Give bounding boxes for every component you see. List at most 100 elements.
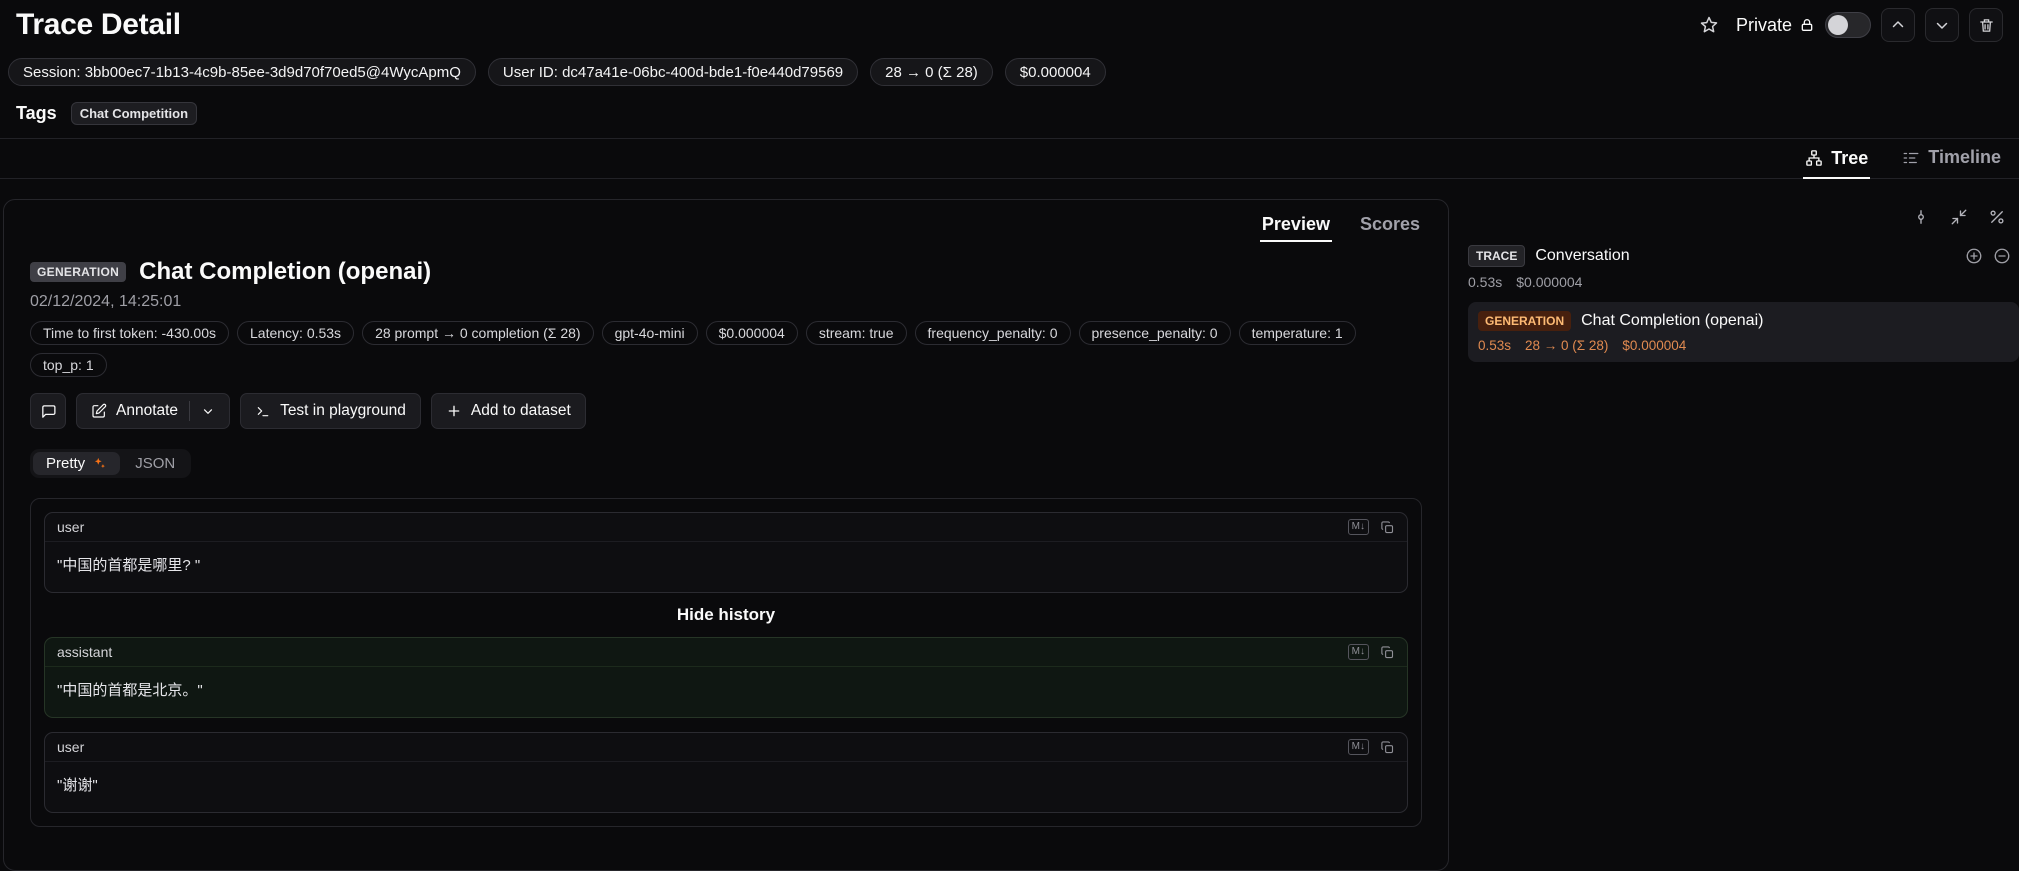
annotate-label: Annotate: [116, 402, 178, 420]
observation-metric-pills: Time to first token: -430.00s Latency: 0…: [30, 321, 1422, 377]
tree-icon: [1805, 149, 1823, 167]
tab-timeline-label: Timeline: [1928, 147, 2001, 168]
format-pretty-button[interactable]: Pretty: [33, 452, 120, 475]
observation-actions: Annotate Test in playground Add to datas…: [30, 393, 1422, 429]
top-bar-actions: Private: [1692, 8, 2003, 42]
comments-button[interactable]: [30, 393, 66, 429]
tag-chip[interactable]: Chat Competition: [71, 102, 197, 125]
hide-history-toggle[interactable]: Hide history: [44, 605, 1408, 625]
observation-detail-card: Preview Scores GENERATION Chat Completio…: [3, 199, 1449, 871]
commit-marker-toggle-button[interactable]: [1905, 201, 1937, 233]
terminal-icon: [255, 403, 271, 419]
trace-meta-badges: Session: 3bb00ec7-1b13-4c9b-85ee-3d9d70f…: [0, 46, 2019, 92]
generation-metrics: 0.53s 28 → 0 (Σ 28) $0.000004: [1478, 338, 2009, 353]
detail-tabs: Preview Scores: [30, 210, 1422, 242]
metric-pill: stream: true: [806, 321, 907, 345]
previous-trace-button[interactable]: [1881, 8, 1915, 42]
plus-icon: [446, 403, 462, 419]
format-toggle: Pretty JSON: [30, 449, 191, 478]
lock-icon: [1799, 17, 1815, 33]
tab-timeline[interactable]: Timeline: [1900, 139, 2003, 178]
session-badge[interactable]: Session: 3bb00ec7-1b13-4c9b-85ee-3d9d70f…: [8, 58, 476, 86]
visibility-toggle[interactable]: [1825, 12, 1871, 38]
toggle-knob: [1828, 15, 1848, 35]
annotate-dropdown-chevron-icon[interactable]: [201, 404, 215, 418]
tab-tree[interactable]: Tree: [1803, 139, 1870, 179]
page-title: Trace Detail: [16, 8, 181, 42]
test-in-playground-button[interactable]: Test in playground: [240, 393, 421, 429]
message-header: user M↓: [45, 733, 1407, 762]
generation-node-header: GENERATION Chat Completion (openai): [1478, 311, 2009, 331]
collapse-all-button[interactable]: [1943, 201, 1975, 233]
tags-label: Tags: [16, 103, 57, 124]
git-commit-icon: [1912, 208, 1930, 226]
comment-icon: [40, 403, 57, 420]
main-content: Preview Scores GENERATION Chat Completio…: [0, 179, 2019, 871]
view-mode-tabs: Tree Timeline: [0, 139, 2019, 179]
metric-pill: frequency_penalty: 0: [915, 321, 1071, 345]
tab-scores[interactable]: Scores: [1358, 210, 1422, 242]
private-label: Private: [1736, 15, 1792, 36]
trace-node[interactable]: TRACE Conversation: [1468, 245, 2019, 267]
button-divider: [189, 401, 190, 421]
format-json-button[interactable]: JSON: [122, 452, 188, 475]
copy-icon[interactable]: [1380, 520, 1395, 535]
pretty-label: Pretty: [46, 455, 85, 472]
trace-type-badge: TRACE: [1468, 245, 1525, 267]
copy-icon[interactable]: [1380, 645, 1395, 660]
percent-icon: [1988, 208, 2006, 226]
metric-pill: Latency: 0.53s: [237, 321, 354, 345]
generation-name: Chat Completion (openai): [1581, 312, 1763, 330]
expand-all-button[interactable]: [1965, 247, 1983, 265]
playground-label: Test in playground: [280, 402, 406, 420]
message-user-1: user M↓ "中国的首都是哪里? ": [44, 512, 1408, 593]
sparkles-icon: [92, 456, 107, 471]
collapse-all-circle-button[interactable]: [1993, 247, 2011, 265]
markdown-toggle-icon[interactable]: M↓: [1348, 739, 1369, 755]
generation-cost: $0.000004: [1622, 338, 1686, 353]
metric-pill: Time to first token: -430.00s: [30, 321, 229, 345]
observation-timestamp: 02/12/2024, 14:25:01: [30, 293, 1422, 311]
message-role: assistant: [57, 644, 112, 660]
metric-pill: top_p: 1: [30, 353, 107, 377]
markdown-toggle-icon[interactable]: M↓: [1348, 519, 1369, 535]
message-header: assistant M↓: [45, 638, 1407, 667]
delete-trace-button[interactable]: [1969, 8, 2003, 42]
message-user-2: user M↓ "谢谢": [44, 732, 1408, 813]
tab-tree-label: Tree: [1831, 148, 1868, 169]
bookmark-star-button[interactable]: [1692, 8, 1726, 42]
json-label: JSON: [135, 455, 175, 472]
trace-metrics: 0.53s $0.000004: [1468, 274, 2019, 290]
observation-type-badge: GENERATION: [30, 262, 126, 282]
metric-pill: presence_penalty: 0: [1079, 321, 1231, 345]
add-to-dataset-button[interactable]: Add to dataset: [431, 393, 586, 429]
user-id-badge[interactable]: User ID: dc47a41e-06bc-400d-bde1-f0e440d…: [488, 58, 858, 86]
trace-latency: 0.53s: [1468, 274, 1502, 290]
message-tools: M↓: [1348, 644, 1395, 660]
generation-node[interactable]: GENERATION Chat Completion (openai) 0.53…: [1468, 302, 2019, 362]
message-tools: M↓: [1348, 739, 1395, 755]
trace-tree-panel: TRACE Conversation 0.53s $0.000004 GENER…: [1468, 199, 2019, 362]
message-role: user: [57, 519, 84, 535]
annotate-button[interactable]: Annotate: [76, 393, 230, 429]
timeline-icon: [1902, 149, 1920, 167]
pen-icon: [91, 403, 107, 419]
token-usage-badge: 28 → 0 (Σ 28): [870, 58, 993, 86]
message-tools: M↓: [1348, 519, 1395, 535]
copy-icon[interactable]: [1380, 740, 1395, 755]
chevron-up-icon: [1889, 16, 1907, 34]
next-trace-button[interactable]: [1925, 8, 1959, 42]
metric-pill: gpt-4o-mini: [602, 321, 698, 345]
message-header: user M↓: [45, 513, 1407, 542]
message-content: "中国的首都是哪里? ": [45, 542, 1407, 592]
metric-pill: temperature: 1: [1239, 321, 1356, 345]
message-assistant: assistant M↓ "中国的首都是北京。": [44, 637, 1408, 718]
star-icon: [1699, 15, 1719, 35]
trace-name: Conversation: [1535, 247, 1629, 265]
metric-pill: $0.000004: [706, 321, 798, 345]
tags-row: Tags Chat Competition: [0, 92, 2019, 139]
tab-preview[interactable]: Preview: [1260, 210, 1332, 242]
message-content: "中国的首都是北京。": [45, 667, 1407, 717]
markdown-toggle-icon[interactable]: M↓: [1348, 644, 1369, 660]
toggle-metrics-button[interactable]: [1981, 201, 2013, 233]
